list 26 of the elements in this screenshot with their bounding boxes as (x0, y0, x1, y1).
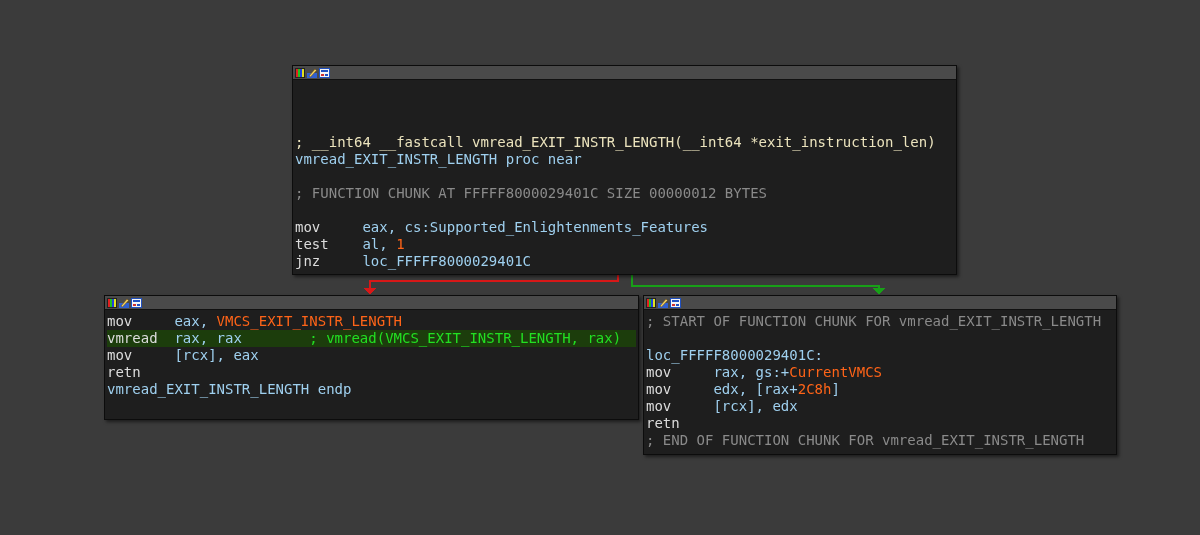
graph-icon[interactable] (319, 67, 330, 78)
code-line[interactable]: retn (646, 415, 1114, 432)
code-line[interactable]: mov rax, gs:+CurrentVMCS (646, 364, 1114, 381)
code-line[interactable]: jnz loc_FFFFF8000029401C (295, 253, 954, 270)
code-line[interactable]: ; START OF FUNCTION CHUNK FOR vmread_EXIT_INSTR_LENGTH (646, 313, 1114, 330)
graph-icon[interactable] (131, 297, 142, 308)
code-line[interactable]: loc_FFFFF8000029401C: (646, 347, 1114, 364)
code-line[interactable]: retn (107, 364, 636, 381)
code-line[interactable]: mov edx, [rax+2C8h] (646, 381, 1114, 398)
code-line[interactable]: mov eax, VMCS_EXIT_INSTR_LENGTH (107, 313, 636, 330)
palette-icon[interactable] (646, 297, 656, 308)
palette-icon[interactable] (107, 297, 117, 308)
code-line[interactable]: vmread_EXIT_INSTR_LENGTH endp (107, 381, 636, 398)
pencil-icon[interactable] (307, 67, 317, 78)
code-line[interactable]: vmread_EXIT_INSTR_LENGTH proc near (295, 151, 954, 168)
pencil-icon[interactable] (658, 297, 668, 308)
graph-icon[interactable] (670, 297, 681, 308)
code-line[interactable]: mov [rcx], edx (646, 398, 1114, 415)
code-line[interactable]: mov [rcx], eax (107, 347, 636, 364)
code-line[interactable]: ; END OF FUNCTION CHUNK FOR vmread_EXIT_INSTR_LENGTH (646, 432, 1114, 449)
code-line[interactable]: test al, 1 (295, 236, 954, 253)
code-line[interactable]: ; __int64 __fastcall vmread_EXIT_INSTR_LENGTH(__int64 *exit_instruction_len) (295, 134, 954, 151)
code-line[interactable]: ; FUNCTION CHUNK AT FFFFF8000029401C SIZE 00000012 BYTES (295, 185, 954, 202)
code-line[interactable]: mov eax, cs:Supported_Enlightenments_Features (295, 219, 954, 236)
pencil-icon[interactable] (119, 297, 129, 308)
palette-icon[interactable] (295, 67, 305, 78)
